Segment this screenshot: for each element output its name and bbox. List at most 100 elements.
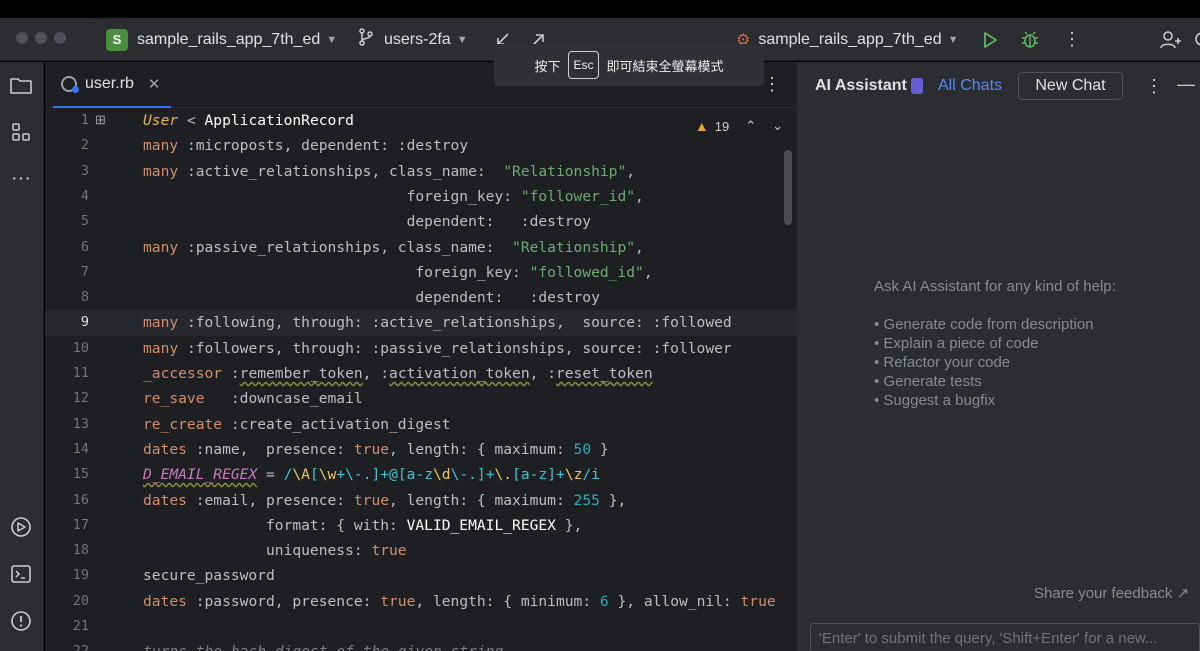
line-number: 20 — [72, 592, 89, 609]
line-number: 16 — [72, 491, 89, 508]
line-number: 14 — [72, 440, 89, 457]
code-text: format: { with: VALID_EMAIL_REGEX }, — [143, 516, 583, 534]
code-line[interactable]: 17 format: { with: VALID_EMAIL_REGEX }, — [45, 513, 797, 538]
chevron-down-icon: ▼ — [456, 33, 468, 46]
code-line[interactable]: 7 foreign_key: "followed_id", — [45, 260, 797, 285]
tooltip-prefix: 按下 — [534, 58, 561, 74]
all-chats-link[interactable]: All Chats — [938, 77, 1002, 95]
window-minimize-button[interactable] — [35, 32, 47, 44]
editor-more-icon[interactable]: ⋮ — [763, 74, 781, 95]
code-editor[interactable]: user.rb ✕ ⋮ 1 User < ApplicationRecord ⊞ 2 m… — [45, 62, 797, 651]
window-close-button[interactable] — [16, 32, 28, 44]
code-line[interactable]: 20 dates :password, presence: true, lengt… — [45, 589, 797, 614]
code-line[interactable]: 11 _accessor :remember_token, :activation… — [45, 361, 797, 386]
code-line[interactable]: 14 dates :name, presence: true, length: {… — [45, 437, 797, 462]
code-text: dates :password, presence: true, length:… — [143, 592, 776, 610]
branch-selector[interactable]: users-2fa ▼ — [358, 18, 468, 61]
new-chat-button[interactable]: New Chat — [1018, 72, 1123, 100]
code-text: foreign_key: "follower_id", — [143, 187, 644, 205]
list-item: • Refactor your code — [874, 354, 1011, 371]
folder-icon[interactable] — [6, 70, 36, 100]
project-name: sample_rails_app_7th_ed — [137, 30, 321, 48]
code-line[interactable]: 8 dependent: :destroy — [45, 285, 797, 310]
code-line[interactable]: 12 re_save :downcase_email — [45, 386, 797, 411]
ai-badge-icon — [910, 78, 923, 94]
code-line[interactable]: 19 secure_password — [45, 563, 797, 588]
screen-top-bezel — [0, 0, 1200, 18]
tab-user-rb[interactable]: user.rb ✕ — [53, 62, 171, 108]
line-number: 9 — [80, 314, 89, 331]
project-badge: S — [106, 28, 128, 51]
inspection-widget[interactable]: ▲ 19 ⌃ ⌄ — [695, 118, 783, 134]
more-actions-icon[interactable]: ⋮ — [1062, 18, 1082, 61]
run-config-selector[interactable]: ⚙ sample_rails_app_7th_ed ▼ — [736, 18, 958, 61]
line-number: 4 — [80, 187, 89, 204]
chevron-up-icon[interactable]: ⌃ — [745, 118, 756, 134]
window-zoom-button[interactable] — [54, 32, 66, 44]
branch-icon — [358, 28, 374, 51]
code-line[interactable]: 16 dates :email, presence: true, length: … — [45, 488, 797, 513]
code-line[interactable]: 3 many :active_relationships, class_name:… — [45, 159, 797, 184]
code-text: uniqueness: true — [143, 542, 407, 560]
code-text: _accessor :remember_token, :activation_t… — [143, 365, 653, 382]
problems-icon[interactable] — [6, 606, 36, 636]
list-item: • Generate code from description — [874, 316, 1094, 333]
line-number: 2 — [80, 137, 89, 154]
line-number: 3 — [80, 162, 89, 179]
chevron-down-icon[interactable]: ⌄ — [772, 118, 783, 134]
terminal-icon[interactable] — [6, 559, 36, 589]
code-line[interactable]: 2 many :microposts, dependent: :destroy — [45, 133, 797, 158]
more-icon[interactable]: ··· — [6, 163, 36, 193]
debug-icon[interactable] — [1018, 18, 1042, 61]
code-line[interactable]: 15 D_EMAIL_REGEX = /\A[\w+\-.]+@[a-z\d\-.… — [45, 462, 797, 487]
tab-label: user.rb — [85, 75, 134, 92]
line-number: 19 — [72, 567, 89, 584]
code-line[interactable]: 21 — [45, 614, 797, 639]
add-user-icon[interactable] — [1158, 18, 1184, 61]
list-item: • Generate tests — [874, 373, 982, 390]
structure-icon[interactable] — [6, 117, 36, 147]
ai-more-icon[interactable]: ⋮ — [1145, 76, 1163, 97]
line-number: 7 — [80, 263, 89, 280]
code-text: D_EMAIL_REGEX = /\A[\w+\-.]+@[a-z\d\-.]+… — [143, 466, 600, 484]
share-feedback-link[interactable]: Share your feedback ↗ — [1034, 584, 1189, 602]
code-text: User < ApplicationRecord — [143, 112, 354, 129]
code-text: dependent: :destroy — [143, 289, 600, 307]
services-icon[interactable] — [6, 512, 36, 542]
code-line[interactable]: 4 foreign_key: "follower_id", — [45, 184, 797, 209]
ai-assistant-title: AI Assistant — [815, 77, 923, 95]
code-line[interactable]: 13 re_create :create_activation_digest — [45, 412, 797, 437]
code-line[interactable]: 5 dependent: :destroy — [45, 209, 797, 234]
code-line[interactable]: 1 User < ApplicationRecord ⊞ — [45, 108, 797, 133]
code-text: re_save :downcase_email — [143, 390, 363, 408]
line-number: 11 — [72, 365, 89, 381]
code-line[interactable]: 10 many :followers, through: :passive_rel… — [45, 336, 797, 361]
editor-scrollbar[interactable] — [784, 150, 792, 225]
run-icon[interactable] — [978, 18, 1002, 61]
code-line[interactable]: 9 many :following, through: :active_relat… — [45, 310, 797, 336]
ruby-file-icon — [61, 76, 79, 93]
code-line[interactable]: 6 many :passive_relationships, class_name… — [45, 235, 797, 260]
line-number: 12 — [72, 390, 89, 407]
close-icon[interactable]: ✕ — [148, 75, 161, 93]
tooltip-suffix: 即可結束全螢幕模式 — [606, 58, 724, 74]
table-schema-icon[interactable]: ⊞ — [95, 112, 106, 128]
line-number: 21 — [72, 618, 89, 634]
code-text: secure_password — [143, 567, 275, 585]
project-selector[interactable]: S sample_rails_app_7th_ed ▼ — [106, 18, 337, 61]
code-text: re_create :create_activation_digest — [143, 415, 451, 433]
left-tool-strip: ··· — [0, 62, 44, 651]
code-line[interactable]: 22 turns the hash digest of the given str… — [45, 639, 797, 651]
ai-suggestions-list: • Generate code from description • Expla… — [874, 315, 1094, 410]
minimize-icon[interactable]: — — [1177, 74, 1195, 95]
code-line[interactable]: 18 uniqueness: true — [45, 538, 797, 563]
code-text: dates :name, presence: true, length: { m… — [143, 440, 609, 458]
line-number: 22 — [45, 639, 89, 651]
code-text: many :microposts, dependent: :destroy — [143, 137, 469, 155]
ai-query-input[interactable]: 'Enter' to submit the query, 'Shift+Ente… — [810, 623, 1200, 651]
warning-count: 19 — [714, 118, 730, 134]
chevron-down-icon: ▼ — [326, 33, 338, 46]
run-config-name: sample_rails_app_7th_ed — [758, 30, 942, 48]
list-item: • Suggest a bugfix — [874, 392, 996, 409]
search-icon[interactable] — [1192, 18, 1200, 61]
